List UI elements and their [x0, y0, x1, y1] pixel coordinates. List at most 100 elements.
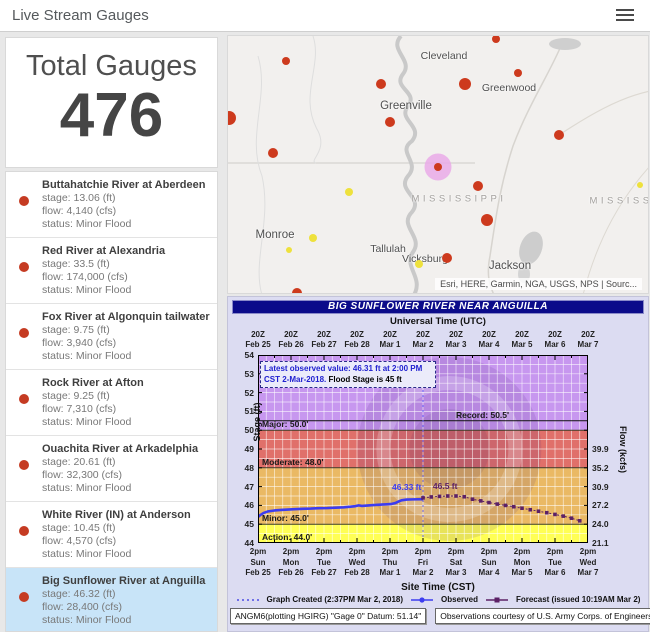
gauge-map-dot[interactable]	[282, 57, 290, 65]
gauge-stage: stage: 9.25 (ft)	[42, 390, 144, 403]
legend-symbol	[410, 596, 434, 604]
gauge-stage: stage: 46.32 (ft)	[42, 588, 205, 601]
gauge-map-dot[interactable]	[459, 78, 471, 90]
gauge-status-dot	[6, 575, 42, 627]
stage-tick-label: 53	[236, 369, 254, 379]
gauge-name: White River (IN) at Anderson	[42, 509, 191, 522]
gauge-list-item[interactable]: Big Sunflower River at Anguillastage: 46…	[6, 568, 217, 632]
flow-axis-title: Flow (kcfs)	[618, 415, 628, 485]
gauge-status: status: Minor Flood	[42, 614, 205, 627]
gauge-map-dot[interactable]	[268, 148, 278, 158]
svg-text:46.33 ft: 46.33 ft	[392, 482, 421, 492]
app-header: Live Stream Gauges	[0, 0, 650, 32]
gauge-flow: flow: 7,310 (cfs)	[42, 403, 144, 416]
gauge-stage: stage: 9.75 (ft)	[42, 324, 210, 337]
gauge-map-dot[interactable]	[309, 234, 317, 242]
map-attribution: Esri, HERE, Garmin, NGA, USGS, NPS | Sou…	[435, 278, 642, 290]
chart-footnote-box: Observations courtesy of U.S. Army Corps…	[435, 608, 650, 624]
gauge-list-item[interactable]: Rock River at Aftonstage: 9.25 (ft)flow:…	[6, 370, 217, 436]
city-label: Tallulah	[370, 243, 406, 255]
gauge-flow: flow: 4,140 (cfs)	[42, 205, 205, 218]
gauge-flow: flow: 4,570 (cfs)	[42, 535, 191, 548]
stage-axis-title: Stage (ft)	[252, 392, 262, 452]
gauge-list-item[interactable]: Ouachita River at Arkadelphiastage: 20.6…	[6, 436, 217, 502]
legend-label: Observed	[441, 595, 478, 604]
gauge-status: status: Minor Flood	[42, 482, 198, 495]
gauge-map-dot[interactable]	[345, 188, 353, 196]
gauge-status: status: Minor Flood	[42, 284, 165, 297]
cst-axis-title: Site Time (CST)	[228, 582, 648, 593]
flow-tick-label: 24.0	[592, 519, 609, 529]
state-label: MISSISSIPPI	[412, 194, 507, 205]
gauge-map-dot[interactable]	[376, 79, 386, 89]
svg-text:Action: 44.0': Action: 44.0'	[262, 532, 312, 542]
city-label: Jackson	[489, 260, 531, 272]
gauge-stage: stage: 33.5 (ft)	[42, 258, 165, 271]
gauge-map-dot[interactable]	[286, 247, 292, 253]
latest-observed-line2: CST 2-Mar-2018.	[264, 375, 326, 384]
map-panel[interactable]: ClevelandGreenwoodGreenvilleMonroeTallul…	[227, 35, 649, 294]
legend-symbol	[485, 596, 509, 604]
city-label: Cleveland	[421, 50, 468, 62]
gauge-list-item[interactable]: White River (IN) at Andersonstage: 10.45…	[6, 502, 217, 568]
gauge-map-dot[interactable]	[415, 260, 423, 268]
gauge-name: Red River at Alexandria	[42, 245, 165, 258]
gauge-status-dot	[6, 245, 42, 297]
stage-tick-label: 47	[236, 482, 254, 492]
gauge-list[interactable]: Buttahatchie River at Aberdeenstage: 13.…	[5, 171, 218, 632]
gauge-flow: flow: 3,940 (cfs)	[42, 337, 210, 350]
gauge-stage: stage: 10.45 (ft)	[42, 522, 191, 535]
chart-footnote-box: ANGM6(plotting HGIRG) "Gage 0" Datum: 51…	[230, 608, 426, 624]
gauge-list-item[interactable]: Buttahatchie River at Aberdeenstage: 13.…	[6, 172, 217, 238]
gauge-map-dot[interactable]	[492, 35, 500, 43]
gauge-map-dot[interactable]	[554, 130, 564, 140]
gauge-map-dot[interactable]	[292, 288, 302, 294]
gauge-stage: stage: 13.06 (ft)	[42, 192, 205, 205]
svg-text:Record: 50.5': Record: 50.5'	[456, 410, 509, 420]
svg-text:Moderate: 48.0': Moderate: 48.0'	[262, 457, 324, 467]
gauge-map-dot[interactable]	[473, 181, 483, 191]
gauge-status: status: Minor Flood	[42, 218, 205, 231]
gauge-map-dot[interactable]	[481, 214, 493, 226]
gauge-stage: stage: 20.61 (ft)	[42, 456, 198, 469]
city-label: Monroe	[256, 229, 295, 241]
legend-label: Graph Created (2:37PM Mar 2, 2018)	[267, 595, 404, 604]
gauge-name: Buttahatchie River at Aberdeen	[42, 179, 205, 192]
gauge-status: status: Minor Flood	[42, 350, 210, 363]
stage-tick-label: 45	[236, 519, 254, 529]
gauge-status-dot	[6, 443, 42, 495]
gauge-name: Fox River at Algonquin tailwater	[42, 311, 210, 324]
gauge-list-item[interactable]: Red River at Alexandriastage: 33.5 (ft)f…	[6, 238, 217, 304]
gauge-map-dot[interactable]	[637, 182, 643, 188]
gauge-map-dot[interactable]	[434, 163, 442, 171]
gauge-status: status: Minor Flood	[42, 416, 144, 429]
legend-label: Forecast (issued 10:19AM Mar 2)	[516, 595, 641, 604]
total-gauges-label: Total Gauges	[6, 50, 217, 83]
gauge-flow: flow: 32,300 (cfs)	[42, 469, 198, 482]
cst-tick: 2pmWedMar 7	[568, 547, 608, 579]
utc-axis-title: Universal Time (UTC)	[228, 316, 648, 327]
gauge-status: status: Minor Flood	[42, 548, 191, 561]
gauge-list-item[interactable]: Fox River at Algonquin tailwaterstage: 9…	[6, 304, 217, 370]
gauge-name: Big Sunflower River at Anguilla	[42, 575, 205, 588]
total-gauges-value: 476	[6, 85, 217, 147]
gauge-map-dot[interactable]	[442, 253, 452, 263]
chart-footnotes: ANGM6(plotting HGIRG) "Gage 0" Datum: 51…	[230, 608, 650, 624]
gauge-status-dot	[6, 377, 42, 429]
gauge-name: Rock River at Afton	[42, 377, 144, 390]
hamburger-menu-icon[interactable]	[616, 9, 634, 23]
gauge-map-dot[interactable]	[385, 117, 395, 127]
hydrograph-panel: BIG SUNFLOWER RIVER NEAR ANGUILLA Univer…	[227, 296, 649, 632]
app-title: Live Stream Gauges	[12, 7, 149, 24]
gauge-name: Ouachita River at Arkadelphia	[42, 443, 198, 456]
chart-legend: Graph Created (2:37PM Mar 2, 2018) Observ…	[228, 595, 648, 604]
gauge-flow: flow: 28,400 (cfs)	[42, 601, 205, 614]
svg-text:Major: 50.0': Major: 50.0'	[262, 419, 308, 429]
city-label: Vicksburg	[402, 253, 448, 265]
hydrograph-title: BIG SUNFLOWER RIVER NEAR ANGUILLA	[232, 300, 644, 314]
flow-tick-label: 27.2	[592, 500, 609, 510]
latest-observed-callout: Latest observed value: 46.31 ft at 2:00 …	[260, 361, 436, 388]
svg-text:Minor: 45.0': Minor: 45.0'	[262, 513, 309, 523]
gauge-map-dot[interactable]	[514, 69, 522, 77]
stage-tick-label: 54	[236, 350, 254, 360]
